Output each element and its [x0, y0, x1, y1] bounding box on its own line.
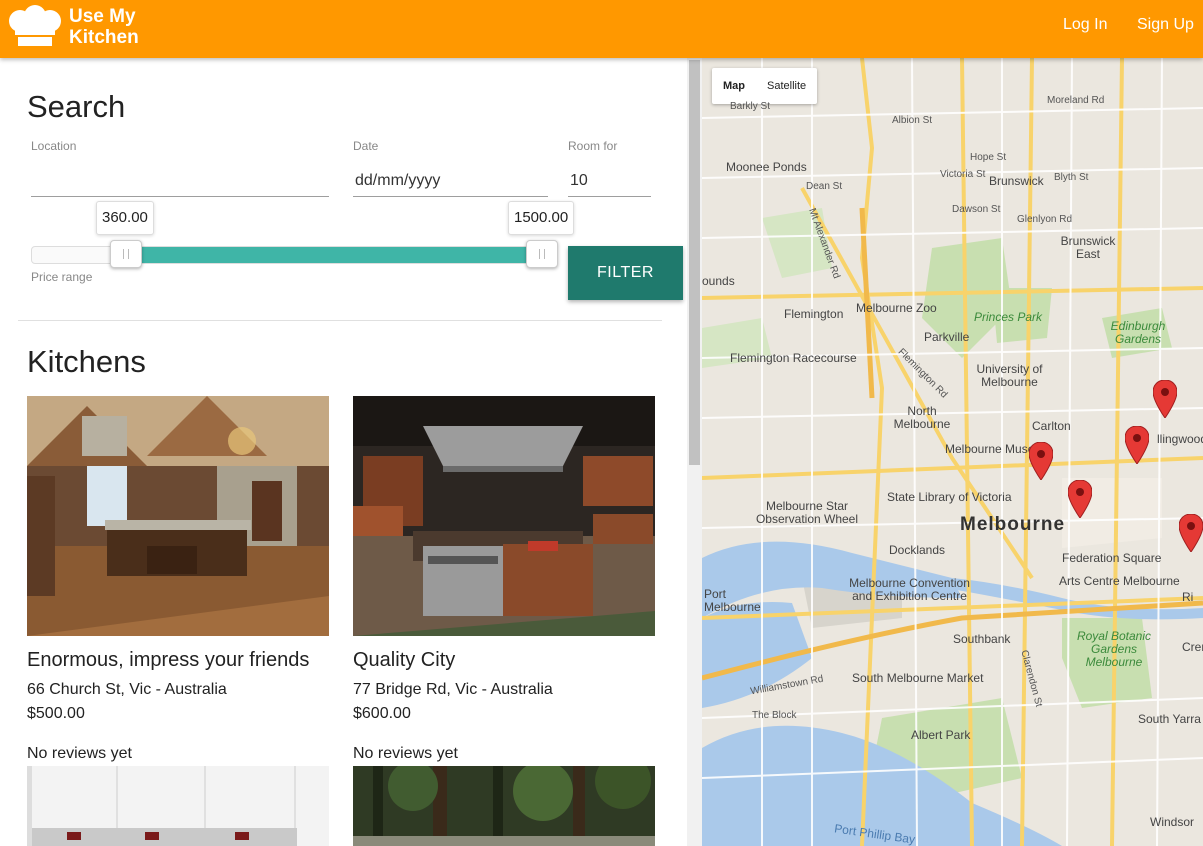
- map-marker-icon[interactable]: [1153, 380, 1177, 418]
- kitchen-photo-4-image: [353, 766, 655, 846]
- filter-button[interactable]: FILTER: [568, 246, 683, 300]
- kitchen-2-address: 77 Bridge Rd, Vic - Australia: [353, 681, 553, 698]
- brand-line-2: Kitchen: [69, 27, 139, 48]
- kitchen-photo-1[interactable]: [27, 396, 329, 636]
- map-label-dawson: Dawson St: [952, 204, 1001, 215]
- map-label-cremorne: Cremo: [1182, 640, 1203, 654]
- price-max-tooltip: 1500.00: [508, 201, 575, 235]
- kitchen-1-title[interactable]: Enormous, impress your friends: [27, 649, 309, 672]
- map-label-uni: University of Melbourne: [976, 362, 1043, 389]
- date-label: Date: [353, 139, 379, 153]
- map-label-carlton: Carlton: [1032, 419, 1071, 433]
- left-panel-scrollbar[interactable]: [687, 58, 702, 846]
- location-input[interactable]: [31, 166, 329, 197]
- kitchen-photo-2[interactable]: [353, 396, 655, 636]
- kitchen-1-reviews: No reviews yet: [27, 745, 132, 762]
- signup-link[interactable]: Sign Up: [1137, 16, 1194, 34]
- login-link[interactable]: Log In: [1063, 16, 1107, 34]
- map-label-albion: Albion St: [892, 115, 933, 126]
- slider-range-fill: [127, 247, 543, 263]
- map-label-moonee-ponds: Moonee Ponds: [726, 160, 807, 174]
- map-label-moreland: Moreland Rd: [1047, 95, 1105, 106]
- brand-line-1: Use My: [69, 6, 136, 27]
- map-label-flemington-racecourse: Flemington Racecourse: [730, 351, 857, 365]
- map-label-hounds: ounds: [702, 274, 735, 288]
- map-label-richmond: Ri: [1182, 590, 1194, 604]
- kitchen-photo-4[interactable]: [353, 766, 655, 846]
- kitchen-photo-3-image: [27, 766, 329, 846]
- map-label-glenlyon: Glenlyon Rd: [1017, 214, 1073, 225]
- kitchen-1-price: $500.00: [27, 705, 85, 722]
- map-label-brunswick-east: Brunswick East: [1060, 234, 1116, 261]
- price-min-tooltip: 360.00: [96, 201, 154, 235]
- map-type-control: Map Satellite: [712, 68, 818, 104]
- map-label-docklands: Docklands: [889, 543, 946, 557]
- map-marker-icon[interactable]: [1029, 442, 1053, 480]
- kitchens-heading: Kitchens: [27, 344, 146, 379]
- map-label-princes-park: Princes Park: [974, 310, 1043, 324]
- price-range-label: Price range: [31, 270, 93, 284]
- map-marker-icon[interactable]: [1125, 426, 1149, 464]
- location-label: Location: [31, 139, 77, 153]
- map-label-southbank: Southbank: [953, 632, 1011, 646]
- map-label-windsor: Windsor: [1150, 815, 1195, 829]
- map-label-victoria: Victoria St: [940, 169, 986, 180]
- map-label-flemington: Flemington: [784, 307, 844, 321]
- map-type-satellite-button[interactable]: Satellite: [756, 68, 817, 104]
- map-marker-icon[interactable]: [1068, 480, 1092, 518]
- kitchen-1-address: 66 Church St, Vic - Australia: [27, 681, 227, 698]
- map-label-melbourne-zoo: Melbourne Zoo: [856, 301, 937, 315]
- map-label-convention: Melbourne Convention and Exhibition Cent…: [849, 576, 970, 603]
- results-panel: Search Location Date dd/mm/yyyy Room for…: [0, 58, 687, 846]
- room-label: Room for: [568, 139, 618, 153]
- brand-name[interactable]: Use My Kitchen: [69, 6, 139, 48]
- map-label-barkly: Barkly St: [730, 101, 771, 112]
- map-label-the-block: The Block: [752, 710, 797, 721]
- scrollbar-thumb[interactable]: [689, 60, 700, 465]
- top-navbar: Use My Kitchen Log In Sign Up: [0, 0, 1203, 58]
- map-label-collingwood: llingwood: [1157, 432, 1203, 446]
- map-label-hope: Hope St: [970, 152, 1007, 163]
- kitchen-2-price: $600.00: [353, 705, 411, 722]
- room-input[interactable]: 10: [568, 166, 651, 197]
- map-label-brunswick: Brunswick: [989, 174, 1044, 188]
- map-label-edinburgh-gardens: Edinburgh Gardens: [1110, 319, 1166, 346]
- chef-hat-logo-icon[interactable]: [6, 5, 64, 47]
- search-heading: Search: [27, 89, 126, 124]
- map-label-state-library: State Library of Victoria: [887, 490, 1012, 504]
- map-label-star: Melbourne Star Observation Wheel: [755, 499, 859, 526]
- map-marker-icon[interactable]: [1179, 514, 1203, 552]
- section-divider: [18, 320, 662, 321]
- map-label-melbourne: Melbourne: [960, 514, 1066, 535]
- kitchen-2-reviews: No reviews yet: [353, 745, 458, 762]
- map-label-royal-botanic: Royal Botanic Gardens Melbourne: [1076, 629, 1152, 669]
- map-label-fed-square: Federation Square: [1062, 551, 1162, 565]
- kitchen-photo-2-image: [353, 396, 655, 636]
- map-label-albert-park: Albert Park: [911, 728, 971, 742]
- date-input[interactable]: dd/mm/yyyy: [353, 166, 548, 197]
- kitchen-photo-3[interactable]: [27, 766, 329, 846]
- map-type-map-button[interactable]: Map: [712, 68, 756, 104]
- map-label-dean: Dean St: [806, 181, 843, 192]
- map-label-south-yarra: South Yarra: [1138, 712, 1201, 726]
- map-label-blyth: Blyth St: [1054, 172, 1089, 183]
- map-label-south-melbourne-market: South Melbourne Market: [852, 671, 984, 685]
- map-label-parkville: Parkville: [924, 330, 970, 344]
- map-label-arts-centre: Arts Centre Melbourne: [1059, 574, 1180, 588]
- slider-max-handle[interactable]: [526, 240, 558, 268]
- slider-min-handle[interactable]: [110, 240, 142, 268]
- map-label-north-melbourne: North Melbourne: [893, 404, 951, 431]
- kitchen-2-title[interactable]: Quality City: [353, 649, 455, 672]
- kitchen-photo-1-image: [27, 396, 329, 636]
- map-label-port-melbourne: Port Melbourne: [704, 587, 761, 614]
- map-view[interactable]: Map Satellite Moreland Rd Albion St Bark…: [702, 58, 1203, 846]
